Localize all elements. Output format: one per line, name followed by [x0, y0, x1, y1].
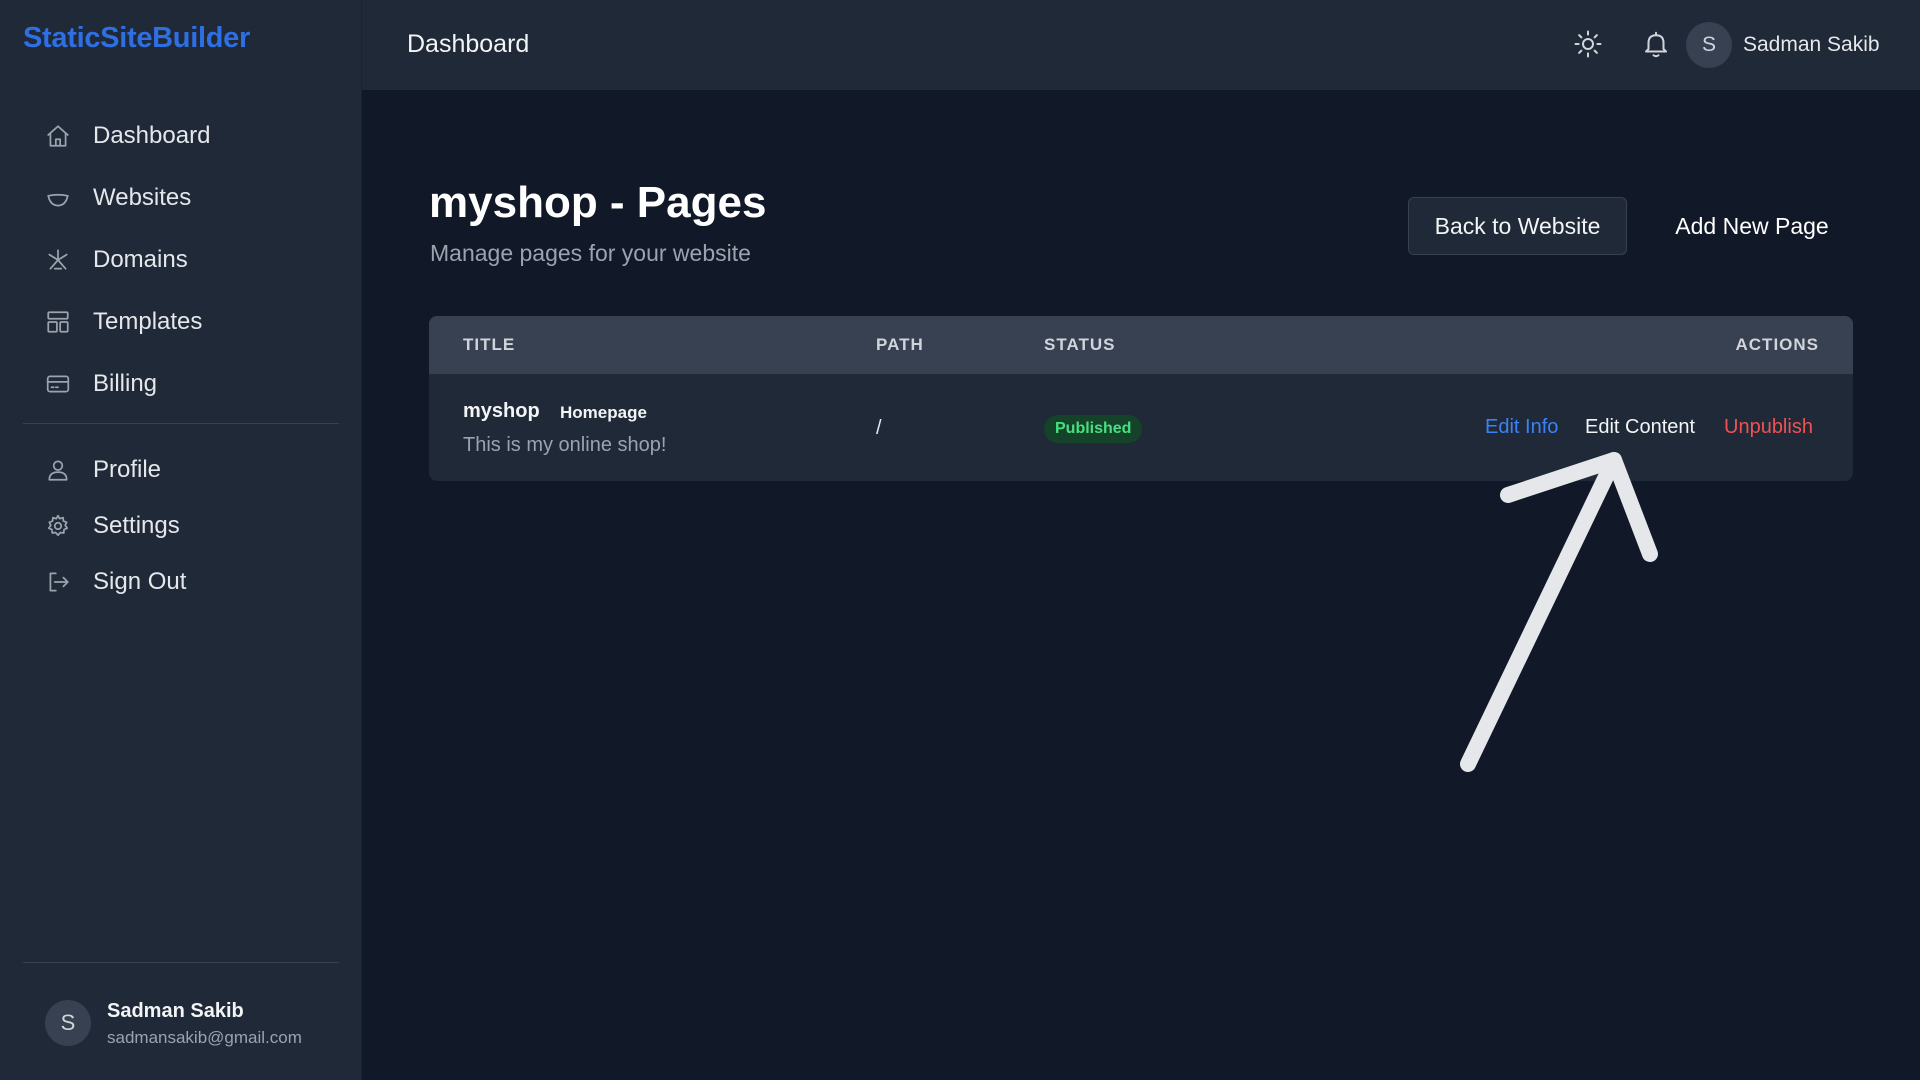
brand-logo[interactable]: StaticSiteBuilder [23, 22, 250, 55]
header-title: Dashboard [407, 30, 530, 58]
sidebar-item-profile[interactable]: Profile [23, 442, 339, 498]
sun-icon[interactable] [1571, 27, 1605, 61]
edit-content-link[interactable]: Edit Content [1585, 416, 1695, 439]
top-header: Dashboard S Sadman Sakib [362, 0, 1920, 90]
sidebar-item-label: Settings [93, 512, 180, 539]
add-new-page-button[interactable]: Add New Page [1652, 197, 1852, 255]
pages-table: TITLE PATH STATUS ACTIONS myshop Homepag… [429, 316, 1853, 481]
table-row: myshop Homepage This is my online shop! … [429, 374, 1853, 481]
status-badge: Published [1044, 415, 1143, 443]
sidebar-item-templates[interactable]: Templates [23, 291, 339, 353]
sidebar-item-label: Billing [93, 370, 158, 397]
bowl-icon [45, 185, 71, 211]
sidebar-user-card[interactable]: S Sadman Sakib sadmansakib@gmail.com [23, 962, 339, 1080]
sidebar-divider [23, 423, 339, 424]
annotation-arrow-icon [1460, 452, 1658, 772]
unpublish-link[interactable]: Unpublish [1724, 416, 1813, 439]
page-subtitle: Manage pages for your website [430, 240, 751, 266]
page-path: / [876, 417, 882, 439]
credit-card-icon [45, 371, 71, 397]
table-header: TITLE PATH STATUS ACTIONS [429, 316, 1853, 374]
column-header-title: TITLE [463, 335, 516, 354]
sidebar-item-domains[interactable]: Domains [23, 229, 339, 291]
sidebar-item-billing[interactable]: Billing [23, 353, 339, 415]
sidebar-item-websites[interactable]: Websites [23, 167, 339, 229]
page-description: This is my online shop! [463, 434, 667, 456]
user-name: Sadman Sakib [107, 1000, 244, 1022]
header-user-name[interactable]: Sadman Sakib [1743, 33, 1880, 57]
sidebar-item-settings[interactable]: Settings [23, 498, 339, 554]
home-icon [45, 123, 71, 149]
sidebar-nav: Dashboard Websites Domains Templates Bil… [23, 105, 339, 610]
column-header-status: STATUS [1044, 335, 1116, 354]
sidebar: StaticSiteBuilder Dashboard Websites Dom… [0, 0, 362, 1080]
back-to-website-button[interactable]: Back to Website [1408, 197, 1627, 255]
avatar: S [45, 1000, 91, 1046]
sidebar-item-sign-out[interactable]: Sign Out [23, 554, 339, 610]
bell-icon[interactable] [1639, 27, 1673, 61]
sign-out-icon [45, 569, 71, 595]
sidebar-secondary-nav: Profile Settings Sign Out [23, 442, 339, 610]
sidebar-item-label: Sign Out [93, 568, 187, 595]
user-email: sadmansakib@gmail.com [107, 1028, 302, 1047]
sidebar-item-label: Domains [93, 246, 188, 273]
edit-info-link[interactable]: Edit Info [1485, 416, 1558, 439]
user-icon [45, 457, 71, 483]
column-header-path: PATH [876, 335, 924, 354]
sidebar-item-label: Websites [93, 184, 192, 211]
page-title: myshop - Pages [429, 178, 767, 227]
sidebar-item-label: Templates [93, 308, 203, 335]
homepage-badge: Homepage [560, 403, 647, 422]
header-avatar[interactable]: S [1686, 22, 1732, 68]
network-icon [45, 247, 71, 273]
sidebar-item-label: Profile [93, 456, 162, 483]
column-header-actions: ACTIONS [1735, 335, 1819, 354]
page-title-cell: myshop [463, 400, 540, 422]
sidebar-item-label: Dashboard [93, 122, 211, 149]
layout-icon [45, 309, 71, 335]
sidebar-item-dashboard[interactable]: Dashboard [23, 105, 339, 167]
gear-icon [45, 513, 71, 539]
app-root: StaticSiteBuilder Dashboard Websites Dom… [0, 0, 1920, 1080]
